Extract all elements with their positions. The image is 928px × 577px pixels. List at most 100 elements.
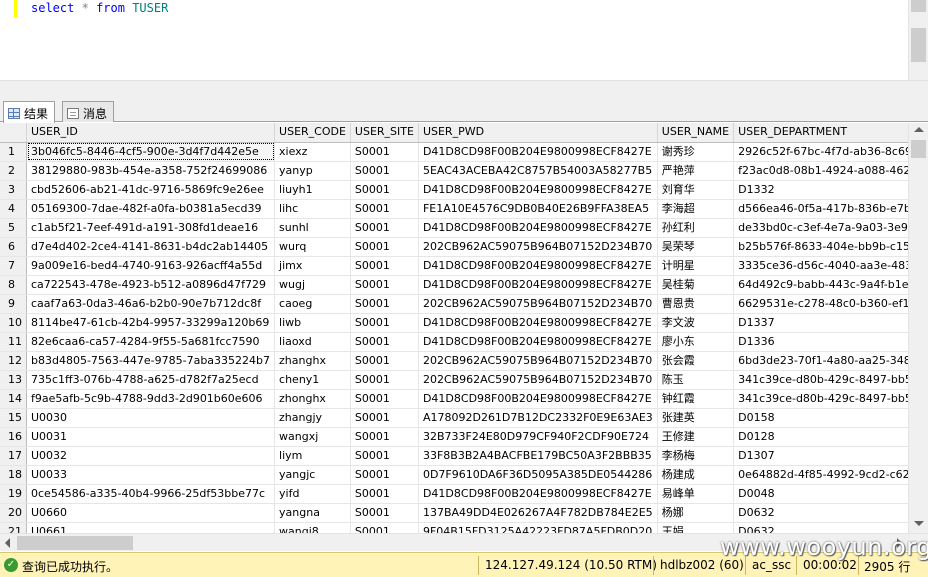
table-cell[interactable]: 6bd3de23-70f1-4a80-aa25-348850585 [733, 351, 928, 371]
table-cell[interactable]: 341c39ce-d80b-429c-8497-bb5f93787 [733, 370, 928, 390]
table-cell[interactable]: S0001 [350, 294, 419, 314]
row-number[interactable]: 18 [0, 465, 27, 485]
table-cell[interactable]: yanyp [274, 161, 351, 181]
table-cell[interactable]: D41D8CD98F00B204E9800998ECF8427E [418, 180, 658, 200]
table-cell[interactable]: c1ab5f21-7eef-491d-a191-308fd1deae16 [26, 218, 276, 238]
row-number[interactable]: 19 [0, 484, 27, 504]
row-number[interactable]: 6 [0, 237, 27, 257]
table-cell[interactable]: b25b576f-8633-404e-bb9b-c15e38cca [733, 237, 928, 257]
table-cell[interactable]: 202CB962AC59075B964B07152D234B70 [418, 237, 658, 257]
table-cell[interactable]: U0032 [26, 446, 276, 466]
table-cell[interactable]: S0001 [350, 446, 419, 466]
table-cell[interactable]: 王娟 [657, 522, 735, 533]
table-cell[interactable]: 杨建成 [657, 465, 735, 485]
table-cell[interactable]: D41D8CD98F00B204E9800998ECF8427E [418, 313, 658, 333]
table-cell[interactable]: 刘育华 [657, 180, 735, 200]
table-cell[interactable]: yifd [274, 484, 351, 504]
table-cell[interactable]: D41D8CD98F00B204E9800998ECF8427E [418, 275, 658, 295]
table-row[interactable]: 2 38129880-983b-454e-a358-752f24699086 yan… [0, 161, 928, 181]
table-cell[interactable]: D1337 [733, 313, 928, 333]
table-cell[interactable]: D41D8CD98F00B204E9800998ECF8427E [418, 256, 658, 276]
table-row[interactable]: 1 3b046fc5-8446-4cf5-900e-3d4f7d442e5e xie… [0, 142, 928, 162]
table-cell[interactable]: sunhl [274, 218, 351, 238]
table-cell[interactable]: d7e4d402-2ce4-4141-8631-b4dc2ab14405 [26, 237, 276, 257]
table-cell[interactable]: 孙红利 [657, 218, 735, 238]
table-row[interactable]: 4 05169300-7dae-482f-a0fa-b0381a5ecd39 lih… [0, 199, 928, 219]
table-cell[interactable]: 张建英 [657, 408, 735, 428]
table-cell[interactable]: S0001 [350, 522, 419, 533]
table-cell[interactable]: D0632 [733, 522, 928, 533]
table-cell[interactable]: U0033 [26, 465, 276, 485]
table-cell[interactable]: S0001 [350, 408, 419, 428]
grid-vertical-scrollbar[interactable] [908, 123, 928, 533]
table-cell[interactable]: S0001 [350, 256, 419, 276]
table-cell[interactable]: FE1A10E4576C9DB0B40E26B9FFA38EA5 [418, 199, 658, 219]
table-cell[interactable]: 李文波 [657, 313, 735, 333]
table-cell[interactable]: S0001 [350, 180, 419, 200]
table-cell[interactable]: S0001 [350, 218, 419, 238]
row-number[interactable]: 2 [0, 161, 27, 181]
table-cell[interactable]: 33F8B3B2A4BACFBE179BC50A3F2BBB35 [418, 446, 658, 466]
table-cell[interactable]: caoeg [274, 294, 351, 314]
table-cell[interactable]: S0001 [350, 313, 419, 333]
table-row[interactable]: 14 f9ae5afb-5c9b-4788-9dd3-2d901b60e606 zh… [0, 389, 928, 409]
table-cell[interactable]: D41D8CD98F00B204E9800998ECF8427E [418, 332, 658, 352]
table-row[interactable]: 3 cbd52606-ab21-41dc-9716-5869fc9e26ee liu… [0, 180, 928, 200]
table-cell[interactable]: 李杨梅 [657, 446, 735, 466]
table-cell[interactable]: 64d492c9-babb-443c-9a4f-b1ec40c24 [733, 275, 928, 295]
table-cell[interactable]: yangna [274, 503, 351, 523]
table-cell[interactable]: S0001 [350, 142, 419, 162]
table-cell[interactable]: 0D7F9610DA6F36D5095A385DE0544286 [418, 465, 658, 485]
table-cell[interactable]: 341c39ce-d80b-429c-8497-bb5f93787 [733, 389, 928, 409]
row-number[interactable]: 16 [0, 427, 27, 447]
column-header-user-department[interactable]: USER_DEPARTMENT [733, 123, 928, 143]
table-cell[interactable]: 38129880-983b-454e-a358-752f24699086 [26, 161, 276, 181]
row-number[interactable]: 14 [0, 389, 27, 409]
table-cell[interactable]: S0001 [350, 465, 419, 485]
column-header-user-id[interactable]: USER_ID [26, 123, 276, 143]
table-cell[interactable]: D0048 [733, 484, 928, 504]
table-cell[interactable]: D0128 [733, 427, 928, 447]
table-row[interactable]: 13 735c1ff3-076b-4788-a625-d782f7a25ecd ch… [0, 370, 928, 390]
column-header-user-site[interactable]: USER_SITE [350, 123, 419, 143]
editor-scroll-up[interactable] [911, 0, 926, 12]
table-cell[interactable]: liaoxd [274, 332, 351, 352]
table-cell[interactable]: 0ce54586-a335-40b4-9966-25df53bbe77c [26, 484, 276, 504]
table-cell[interactable]: D41D8CD98F00B204E9800998ECF8427E [418, 484, 658, 504]
table-cell[interactable]: D41D8CD98F00B204E9800998ECF8427E [418, 142, 658, 162]
table-cell[interactable]: wangxj [274, 427, 351, 447]
table-row[interactable]: 10 8114be47-61cb-42b4-9957-33299a120b69 li… [0, 313, 928, 333]
table-cell[interactable]: S0001 [350, 370, 419, 390]
table-cell[interactable]: S0001 [350, 351, 419, 371]
table-row[interactable]: 17 U0032 liym S0001 33F8B3B2A4BACFBE179BC50A… [0, 446, 928, 466]
table-cell[interactable]: S0001 [350, 161, 419, 181]
table-cell[interactable]: 严艳萍 [657, 161, 735, 181]
row-number[interactable]: 8 [0, 275, 27, 295]
row-number[interactable]: 15 [0, 408, 27, 428]
table-cell[interactable]: D41D8CD98F00B204E9800998ECF8427E [418, 218, 658, 238]
table-cell[interactable]: zhangjy [274, 408, 351, 428]
table-cell[interactable]: liwb [274, 313, 351, 333]
table-cell[interactable]: 735c1ff3-076b-4788-a625-d782f7a25ecd [26, 370, 276, 390]
table-cell[interactable]: 吴桂菊 [657, 275, 735, 295]
tab-messages[interactable]: 消息 [62, 101, 115, 122]
table-cell[interactable]: de33bd0c-c3ef-4e7a-9a03-3e9d325c4 [733, 218, 928, 238]
table-cell[interactable]: U0660 [26, 503, 276, 523]
table-cell[interactable]: D1307 [733, 446, 928, 466]
table-cell[interactable]: U0661 [26, 522, 276, 533]
table-cell[interactable]: 0e64882d-4f85-4992-9cd2-c62e21b32 [733, 465, 928, 485]
table-cell[interactable]: f9ae5afb-5c9b-4788-9dd3-2d901b60e606 [26, 389, 276, 409]
table-cell[interactable]: liym [274, 446, 351, 466]
table-cell[interactable]: cheny1 [274, 370, 351, 390]
table-row[interactable]: 5 c1ab5f21-7eef-491d-a191-308fd1deae16 sun… [0, 218, 928, 238]
table-cell[interactable]: 9a009e16-bed4-4740-9163-926acff4a55d [26, 256, 276, 276]
row-number[interactable]: 9 [0, 294, 27, 314]
table-row[interactable]: 16 U0031 wangxj S0001 32B733F24E80D979CF940F… [0, 427, 928, 447]
table-row[interactable]: 19 0ce54586-a335-40b4-9966-25df53bbe77c yi… [0, 484, 928, 504]
table-cell[interactable]: yangjc [274, 465, 351, 485]
row-number[interactable]: 1 [0, 142, 27, 162]
table-cell[interactable]: D41D8CD98F00B204E9800998ECF8427E [418, 389, 658, 409]
table-row[interactable]: 21 U0661 wangj8 S0001 9F04B15FD3125A42223FD8… [0, 522, 928, 533]
table-row[interactable]: 20 U0660 yangna S0001 137BA49DD4E026267A4F78… [0, 503, 928, 523]
table-cell[interactable]: 5EAC43ACEBA42C8757B54003A58277B5 [418, 161, 658, 181]
